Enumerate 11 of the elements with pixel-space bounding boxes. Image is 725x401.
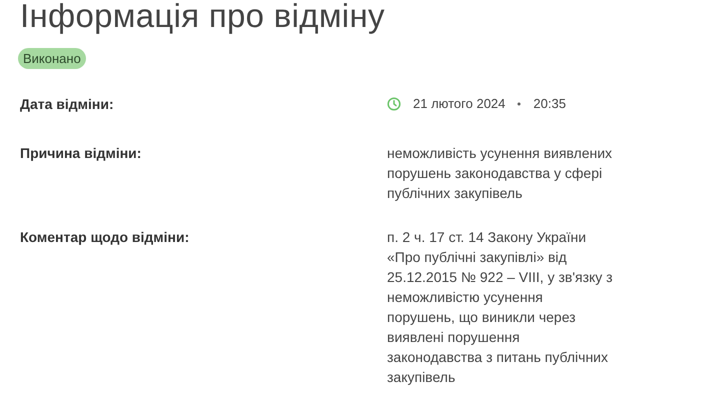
status-badge: Виконано (18, 48, 86, 69)
page-title: Інформація про відміну (20, 0, 386, 34)
row-label: Дата відміни: (20, 95, 115, 114)
row-value: п. 2 ч. 17 ст. 14 Закону України «Про публічні закупівлі» від 25.12.2015 № 922 – VIII, у зв'язку з неможливістю усунення порушень, що виникли через виявлені порушення законодавства з питань публічних закупівель (387, 228, 613, 387)
time-text: 20:35 (533, 95, 566, 114)
date-text: 21 лютого 2024 (413, 95, 506, 114)
clock-icon (387, 97, 401, 111)
row-label: Причина відміни: (20, 144, 142, 163)
separator-dot-icon (517, 102, 522, 106)
row-label: Коментар щодо відміни: (20, 228, 190, 247)
row-value: неможливість усунення виявлених порушень законодавства у сфері публічних закупівель (387, 144, 612, 203)
